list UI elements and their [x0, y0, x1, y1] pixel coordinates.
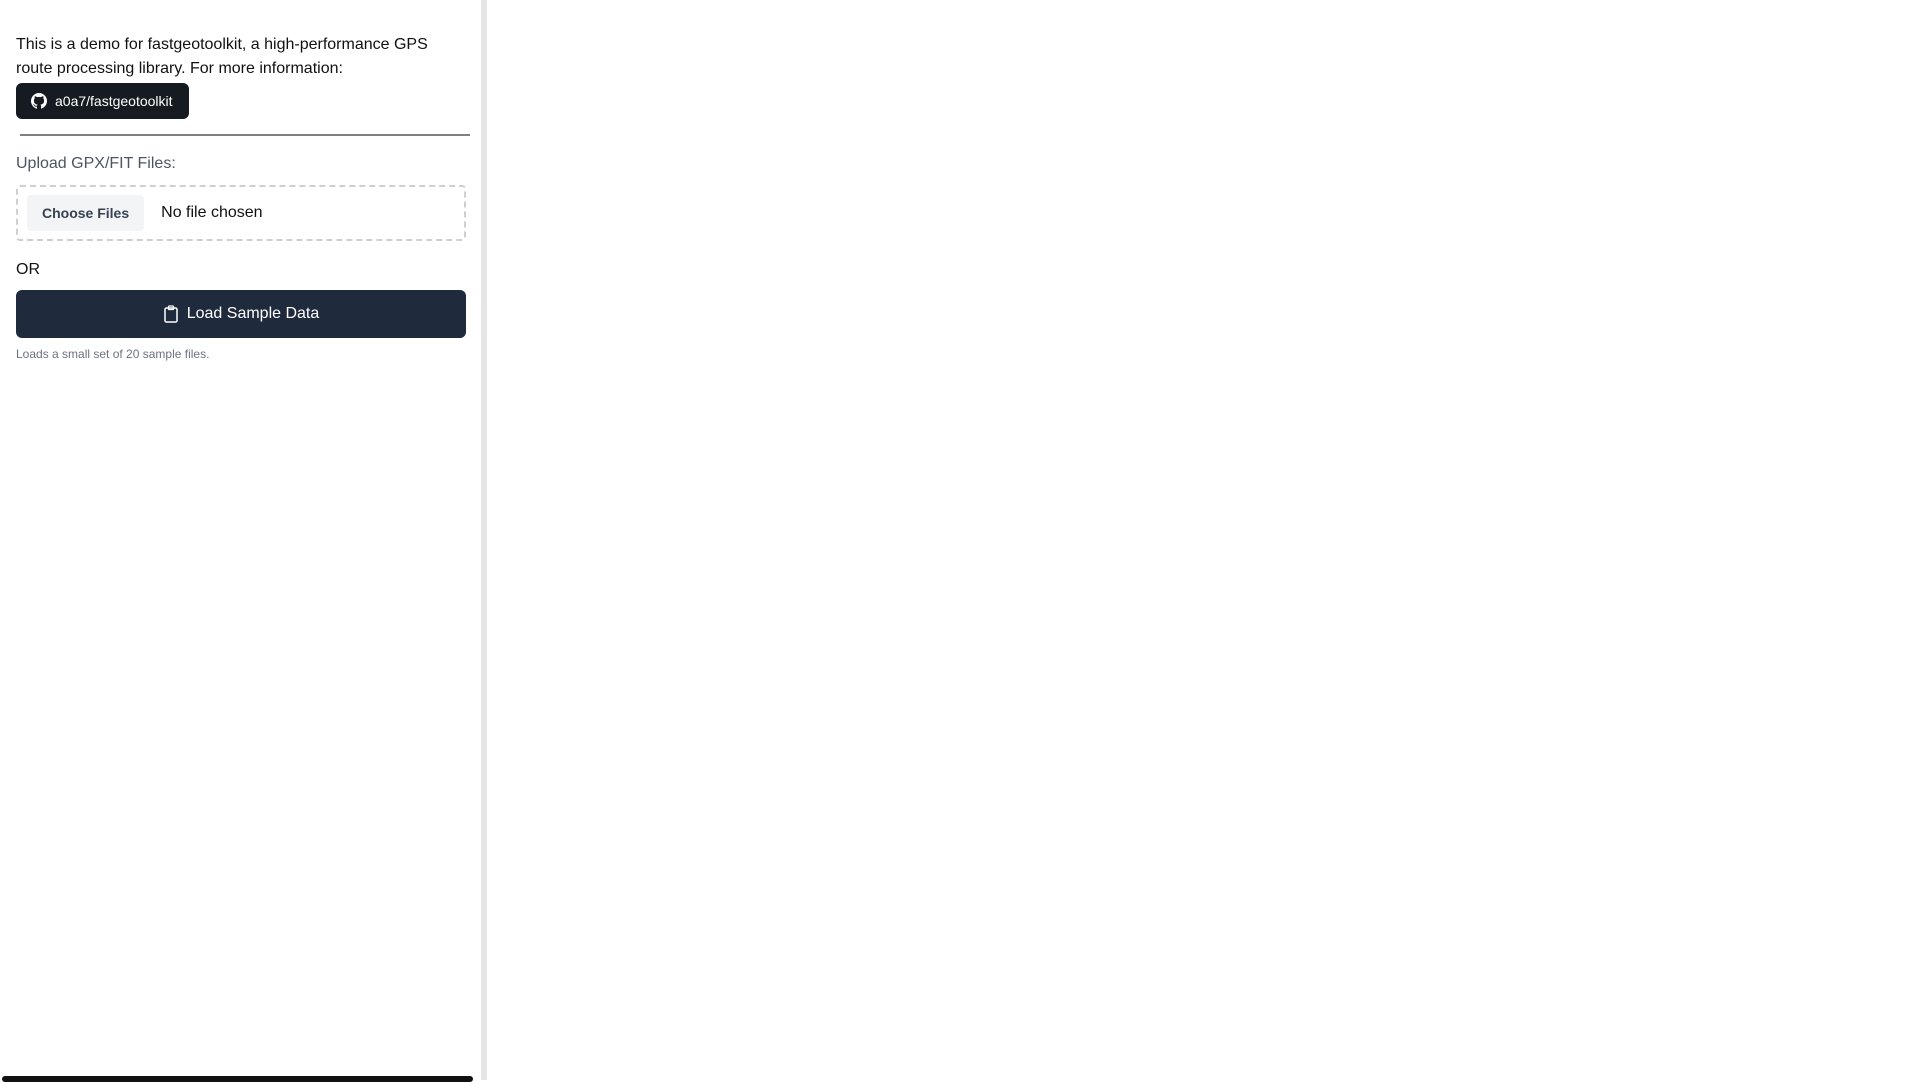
intro-text: This is a demo for fastgeotoolkit, a hig…: [16, 36, 428, 77]
map-area[interactable]: [487, 0, 1920, 1080]
load-sample-data-button[interactable]: Load Sample Data: [16, 290, 466, 338]
file-status-text: No file chosen: [161, 204, 263, 221]
choose-files-button[interactable]: Choose Files: [27, 195, 145, 231]
github-icon: [31, 93, 47, 109]
github-link-label: a0a7/fastgeotoolkit: [55, 93, 173, 109]
load-sample-data-label: Load Sample Data: [186, 305, 320, 322]
sample-note: Loads a small set of 20 sample files.: [16, 347, 210, 361]
upload-label: Upload GPX/FIT Files:: [16, 155, 176, 172]
sidebar-panel: This is a demo for fastgeotoolkit, a hig…: [0, 0, 481, 1080]
file-upload-dropzone[interactable]: Choose Files No file chosen: [16, 185, 466, 241]
scrollbar-thumb[interactable]: [2, 1076, 473, 1082]
github-repo-link[interactable]: a0a7/fastgeotoolkit: [16, 83, 189, 119]
section-divider: [20, 134, 470, 136]
clipboard-icon: [163, 305, 179, 323]
sidebar-scrollbar[interactable]: [0, 1076, 481, 1082]
or-separator: OR: [16, 261, 40, 278]
